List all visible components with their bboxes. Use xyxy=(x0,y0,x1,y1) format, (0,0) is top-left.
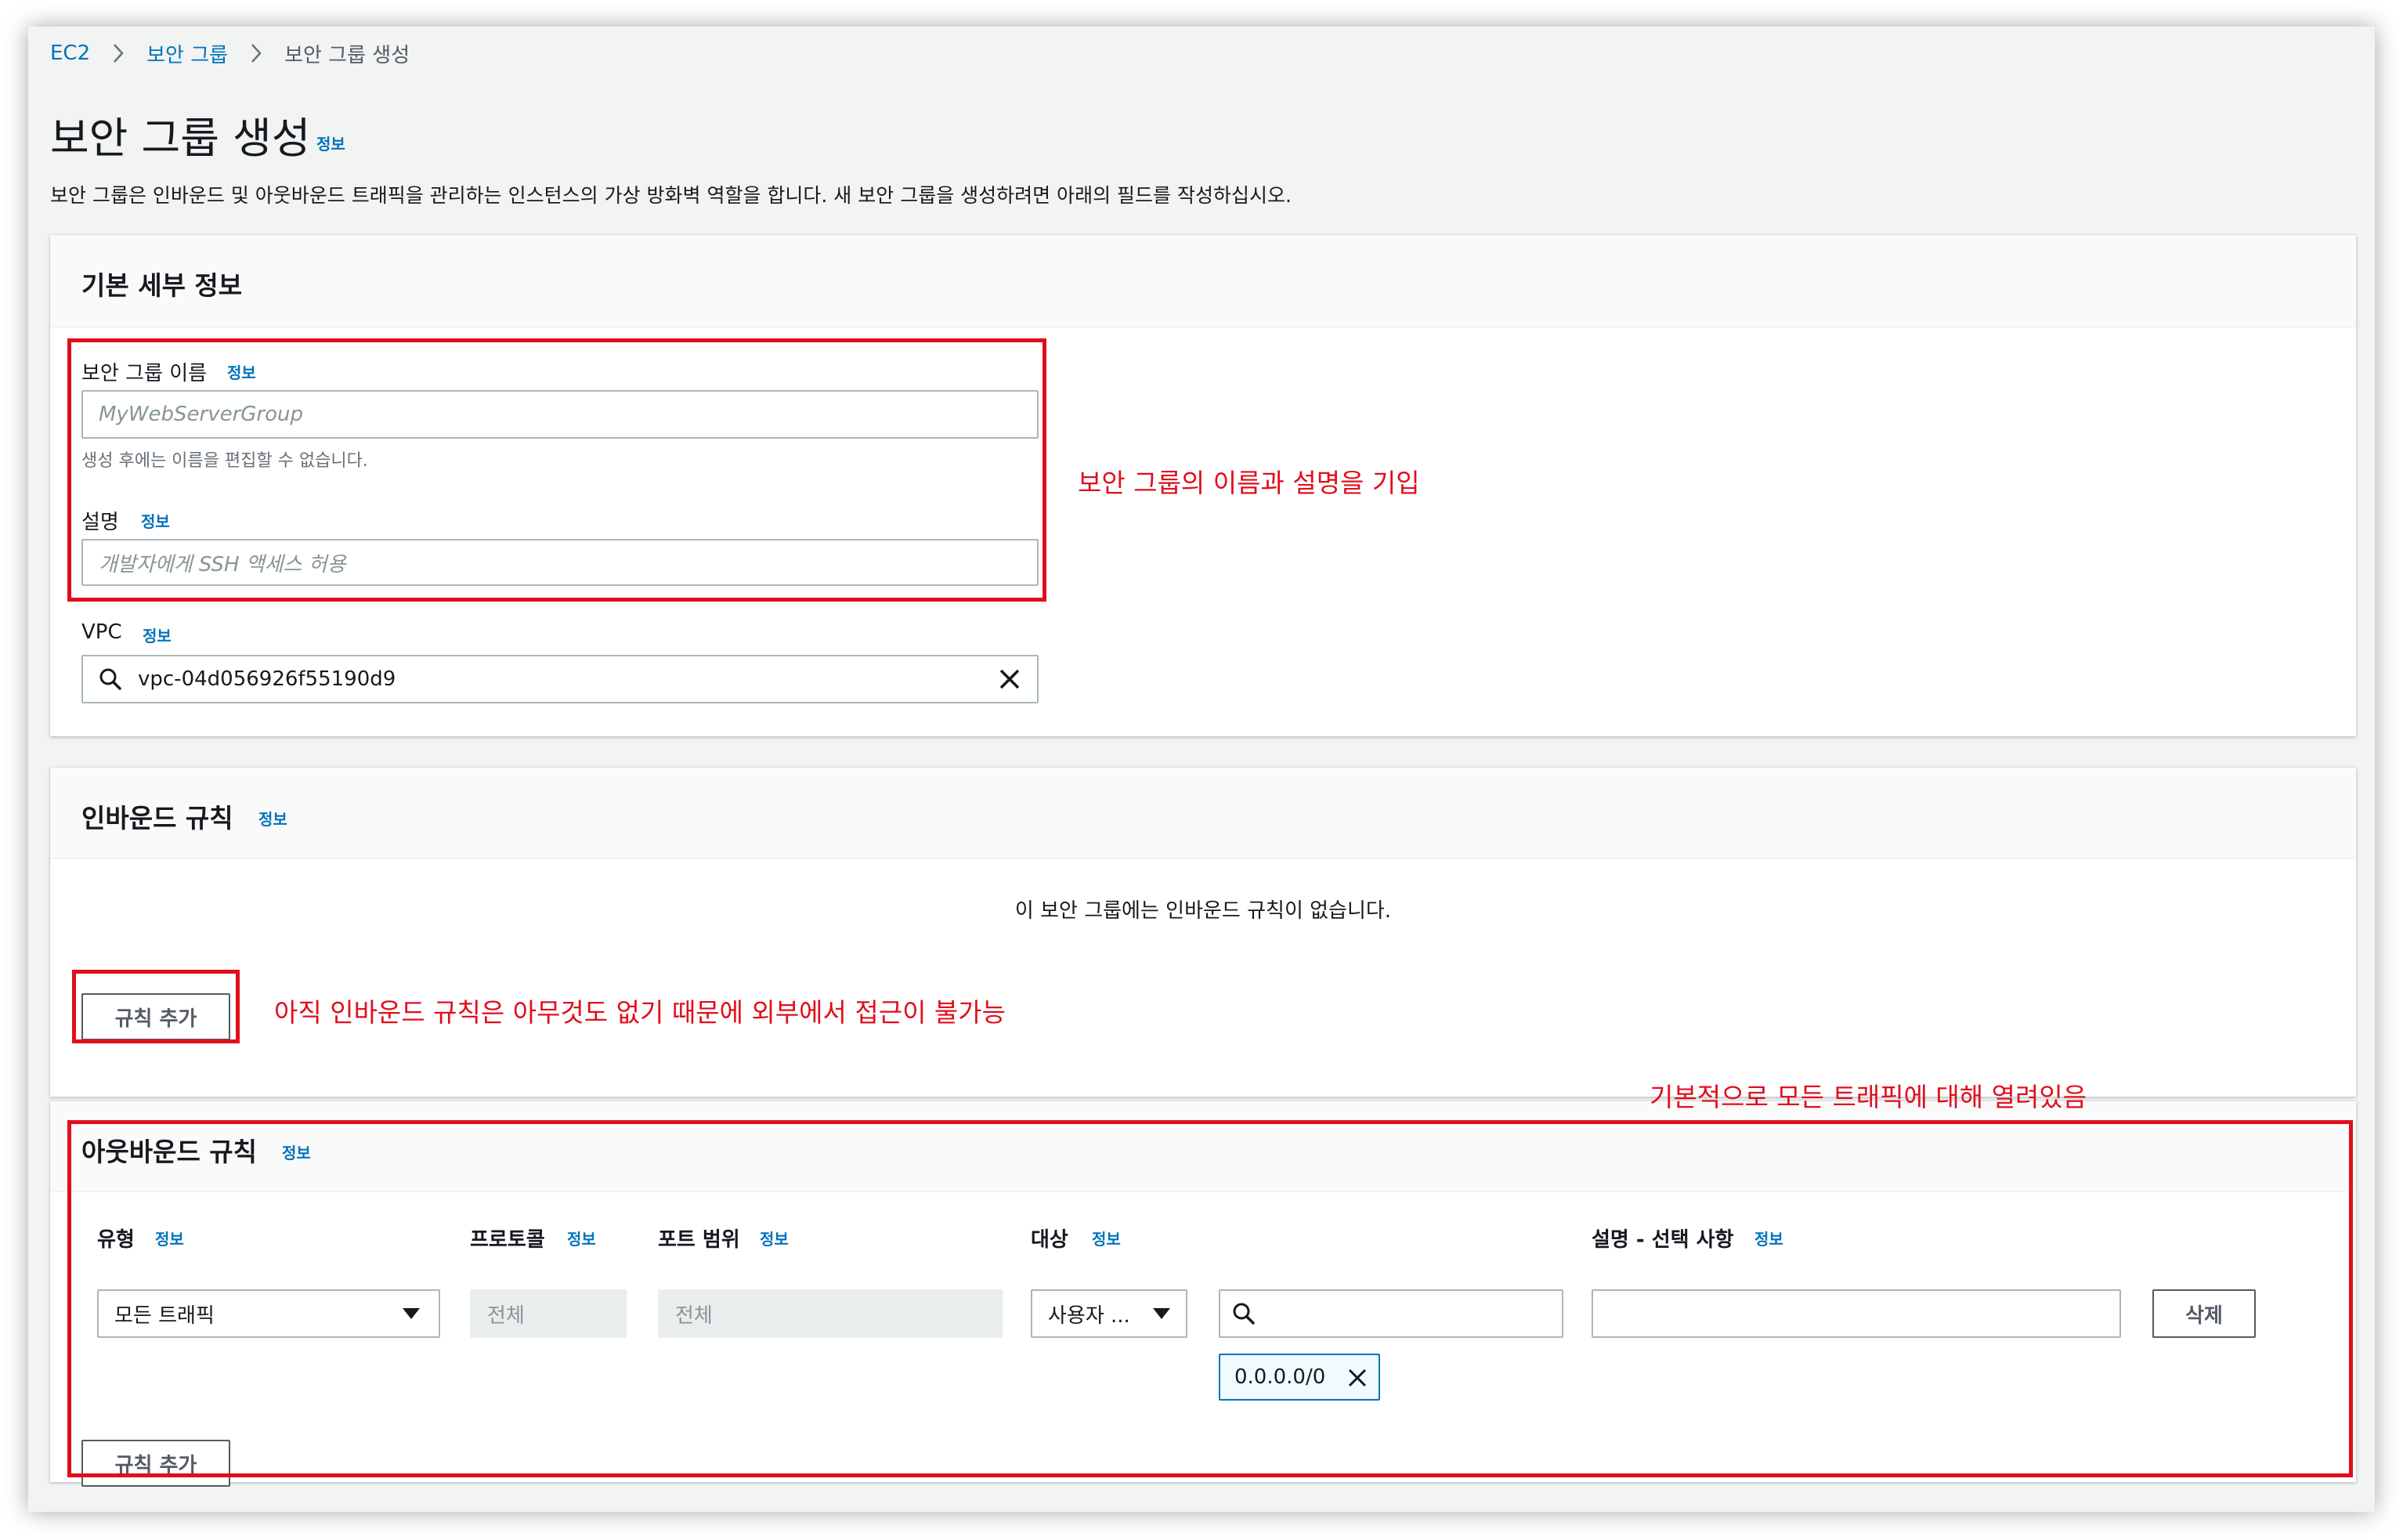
annotation-outbound-note: 기본적으로 모든 트래픽에 대해 열려있음 xyxy=(1650,1082,2087,1112)
inbound-empty-text: 이 보안 그룹에는 인바운드 규칙이 없습니다. xyxy=(1014,899,1392,923)
vpc-label: VPC xyxy=(81,620,122,644)
breadcrumb-ec2-link[interactable]: EC2 xyxy=(50,42,90,65)
vpc-value: vpc-04d056926f55190d9 xyxy=(138,667,396,691)
annotation-inbound-note: 아직 인바운드 규칙은 아무것도 없기 때문에 외부에서 접근이 불가능 xyxy=(274,997,1006,1028)
inbound-info-link[interactable]: 정보 xyxy=(258,807,287,830)
inbound-rules-panel: 인바운드 규칙 정보 이 보안 그룹에는 인바운드 규칙이 없습니다. 규칙 추… xyxy=(50,768,2356,1097)
page-title: 보안 그룹 생성 xyxy=(50,114,311,163)
annotation-box-outbound xyxy=(67,1120,2353,1477)
inbound-rules-header: 인바운드 규칙 정보 xyxy=(50,768,2356,859)
chevron-right-icon xyxy=(112,42,125,64)
page-description: 보안 그룹은 인바운드 및 아웃바운드 트래픽을 관리하는 인스턴스의 가상 방… xyxy=(50,184,1292,207)
vpc-info-link[interactable]: 정보 xyxy=(143,624,172,646)
annotation-box-inbound xyxy=(72,970,240,1043)
breadcrumb: EC2 보안 그룹 보안 그룹 생성 xyxy=(50,38,410,69)
vpc-select[interactable]: vpc-04d056926f55190d9 xyxy=(81,655,1039,703)
clear-icon[interactable] xyxy=(998,667,1021,691)
search-icon xyxy=(83,667,138,691)
annotation-basic-note: 보안 그룹의 이름과 설명을 기입 xyxy=(1078,468,1420,498)
basic-details-title: 기본 세부 정보 xyxy=(81,270,243,301)
app-window: EC2 보안 그룹 보안 그룹 생성 보안 그룹 생성 정보 보안 그룹은 인바… xyxy=(28,27,2375,1512)
breadcrumb-security-groups-link[interactable]: 보안 그룹 xyxy=(146,39,228,68)
basic-details-header: 기본 세부 정보 xyxy=(50,235,2356,327)
inbound-rules-title: 인바운드 규칙 xyxy=(81,803,233,833)
breadcrumb-current: 보안 그룹 생성 xyxy=(284,43,410,67)
page-info-link[interactable]: 정보 xyxy=(316,132,345,154)
chevron-right-icon xyxy=(250,42,262,64)
annotation-box-basic xyxy=(67,338,1046,602)
